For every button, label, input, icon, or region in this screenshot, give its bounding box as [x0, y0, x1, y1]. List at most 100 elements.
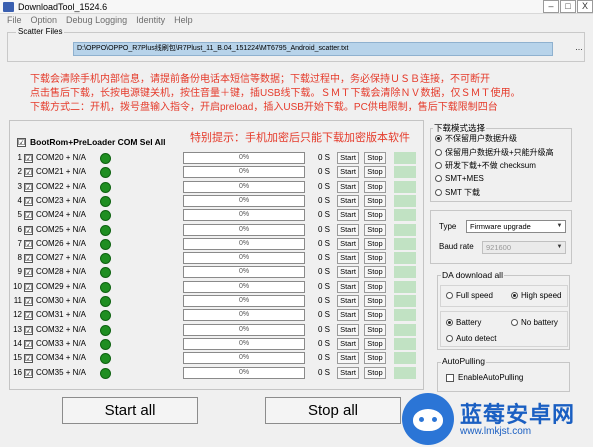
download-mode-radio[interactable]: [435, 174, 442, 182]
menu-identity[interactable]: Identity: [136, 14, 165, 27]
row-start-button[interactable]: Start: [337, 237, 359, 250]
row-status-cell: [394, 323, 416, 336]
row-checkbox[interactable]: ☑: [24, 239, 33, 249]
stop-all-button[interactable]: Stop all: [265, 397, 401, 424]
full-speed-radio[interactable]: [446, 292, 453, 299]
battery-radio[interactable]: [446, 319, 453, 326]
row-checkbox[interactable]: ☑: [24, 154, 33, 163]
type-select[interactable]: Firmware upgrade ▼: [466, 220, 566, 233]
row-elapsed-time: 0 S: [318, 367, 331, 377]
start-all-button[interactable]: Start all: [62, 397, 198, 424]
auto-detect-option[interactable]: Auto detect: [446, 334, 496, 343]
row-checkbox[interactable]: ☑: [24, 282, 33, 292]
row-index: 7: [17, 238, 22, 248]
row-checkbox[interactable]: ☑: [24, 254, 33, 264]
row-stop-button[interactable]: Stop: [364, 194, 386, 207]
download-mode-radio[interactable]: [435, 148, 442, 156]
row-stop-button[interactable]: Stop: [364, 209, 386, 222]
battery-option[interactable]: Battery: [446, 318, 481, 327]
minimize-button[interactable]: –: [543, 0, 559, 13]
high-speed-radio[interactable]: [511, 292, 518, 299]
download-mode-option[interactable]: 不保留用户数据升级: [435, 133, 517, 144]
row-stop-button[interactable]: Stop: [364, 295, 386, 307]
status-led-icon: [100, 253, 111, 265]
download-mode-radio[interactable]: [435, 189, 442, 196]
row-checkbox[interactable]: ☑: [24, 368, 33, 378]
download-mode-radio[interactable]: [435, 135, 442, 142]
row-checkbox[interactable]: ☑: [24, 168, 33, 178]
download-mode-radio[interactable]: [435, 162, 442, 169]
row-start-button[interactable]: Start: [337, 280, 359, 293]
row-checkbox[interactable]: ☑: [24, 182, 33, 192]
row-start-button[interactable]: Start: [337, 152, 359, 164]
row-start-button[interactable]: Start: [337, 352, 359, 365]
high-speed-option[interactable]: High speed: [511, 291, 561, 300]
row-stop-button[interactable]: Stop: [364, 323, 386, 336]
row-stop-button[interactable]: Stop: [364, 266, 386, 279]
full-speed-option[interactable]: Full speed: [446, 291, 493, 300]
row-stop-button[interactable]: Stop: [364, 366, 386, 379]
row-checkbox[interactable]: ☑: [24, 354, 33, 364]
row-stop-button[interactable]: Stop: [364, 152, 386, 164]
select-all-checkbox[interactable]: ☑: [17, 138, 26, 147]
row-stop-button[interactable]: Stop: [364, 352, 386, 365]
row-stop-button[interactable]: Stop: [364, 166, 386, 179]
row-com-port: COM31 + N/A: [36, 310, 87, 320]
download-mode-option[interactable]: SMT+MES: [435, 174, 484, 183]
row-checkbox[interactable]: ☑: [24, 339, 33, 349]
row-stop-button[interactable]: Stop: [364, 280, 386, 293]
row-stop-button[interactable]: Stop: [364, 309, 386, 322]
row-stop-button[interactable]: Stop: [364, 223, 386, 236]
maximize-button[interactable]: □: [560, 0, 576, 13]
device-row: 3 ☑ COM22 + N/A 0% 0 S Start Stop: [10, 180, 422, 195]
row-stop-button[interactable]: Stop: [364, 252, 386, 265]
scatter-browse-button[interactable]: ...: [573, 42, 585, 56]
row-index: 3: [17, 181, 22, 191]
row-start-button[interactable]: Start: [337, 180, 359, 193]
row-start-button[interactable]: Start: [337, 223, 359, 236]
row-checkbox[interactable]: ☑: [24, 268, 33, 278]
row-elapsed-time: 0 S: [318, 210, 331, 220]
row-checkbox[interactable]: ☑: [24, 325, 33, 335]
row-start-button[interactable]: Start: [337, 295, 359, 307]
row-stop-button[interactable]: Stop: [364, 237, 386, 250]
scatter-files-group: Scatter Files D:\OPPO\OPPO_R7Plus线刷包\R7P…: [7, 27, 585, 62]
menu-help[interactable]: Help: [174, 14, 193, 27]
row-start-button[interactable]: Start: [337, 366, 359, 379]
da-download-title: DA download all: [441, 270, 504, 280]
row-checkbox[interactable]: ☑: [24, 225, 33, 235]
download-mode-option[interactable]: SMT 下载: [435, 187, 480, 198]
no-battery-radio[interactable]: [511, 319, 518, 326]
row-start-button[interactable]: Start: [337, 323, 359, 336]
row-checkbox[interactable]: ☑: [24, 211, 33, 221]
row-checkbox[interactable]: ☑: [24, 311, 33, 321]
enable-auto-pulling-checkbox[interactable]: [446, 374, 454, 382]
row-start-button[interactable]: Start: [337, 266, 359, 279]
row-checkbox[interactable]: ☑: [24, 196, 33, 206]
row-start-button[interactable]: Start: [337, 309, 359, 322]
auto-detect-radio[interactable]: [446, 335, 453, 342]
scatter-files-label: Scatter Files: [16, 27, 65, 36]
row-status-cell: [394, 180, 416, 193]
close-button[interactable]: X: [577, 0, 593, 13]
row-stop-button[interactable]: Stop: [364, 180, 386, 193]
no-battery-option[interactable]: No battery: [511, 318, 558, 327]
download-mode-option[interactable]: 保留用户数据升级+只能升级高: [435, 147, 554, 158]
menu-debug-logging[interactable]: Debug Logging: [66, 14, 127, 27]
menu-option[interactable]: Option: [31, 14, 58, 27]
menu-file[interactable]: File: [7, 14, 22, 27]
row-checkbox[interactable]: ☑: [24, 297, 33, 306]
row-status-cell: [394, 352, 416, 365]
row-start-button[interactable]: Start: [337, 194, 359, 207]
row-start-button[interactable]: Start: [337, 252, 359, 265]
row-start-button[interactable]: Start: [337, 337, 359, 350]
baud-rate-select[interactable]: 921600 ▼: [482, 241, 566, 254]
row-stop-button[interactable]: Stop: [364, 337, 386, 350]
download-mode-option[interactable]: 研发下载+不做 checksum: [435, 160, 536, 171]
row-index: 11: [13, 296, 22, 305]
status-led-icon: [100, 167, 111, 179]
scatter-path-field[interactable]: D:\OPPO\OPPO_R7Plus线刷包\R7Plust_11_B.04_1…: [73, 42, 553, 56]
row-start-button[interactable]: Start: [337, 166, 359, 179]
download-mode-label: 不保留用户数据升级: [445, 134, 517, 143]
row-start-button[interactable]: Start: [337, 209, 359, 222]
